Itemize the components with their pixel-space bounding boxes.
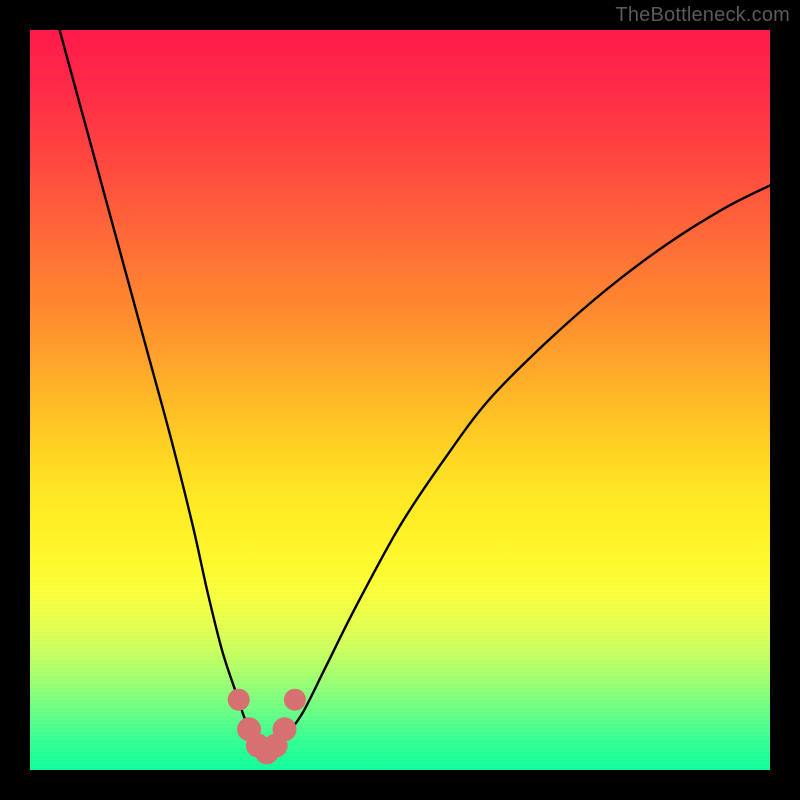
watermark-text: TheBottleneck.com: [615, 4, 790, 27]
plot-area: [30, 30, 770, 770]
chart-svg: [30, 30, 770, 770]
highlight-dot: [284, 689, 306, 711]
highlight-dot: [273, 717, 297, 741]
highlight-dot: [228, 689, 250, 711]
bottleneck-curve: [60, 30, 770, 753]
highlight-markers: [228, 689, 306, 765]
